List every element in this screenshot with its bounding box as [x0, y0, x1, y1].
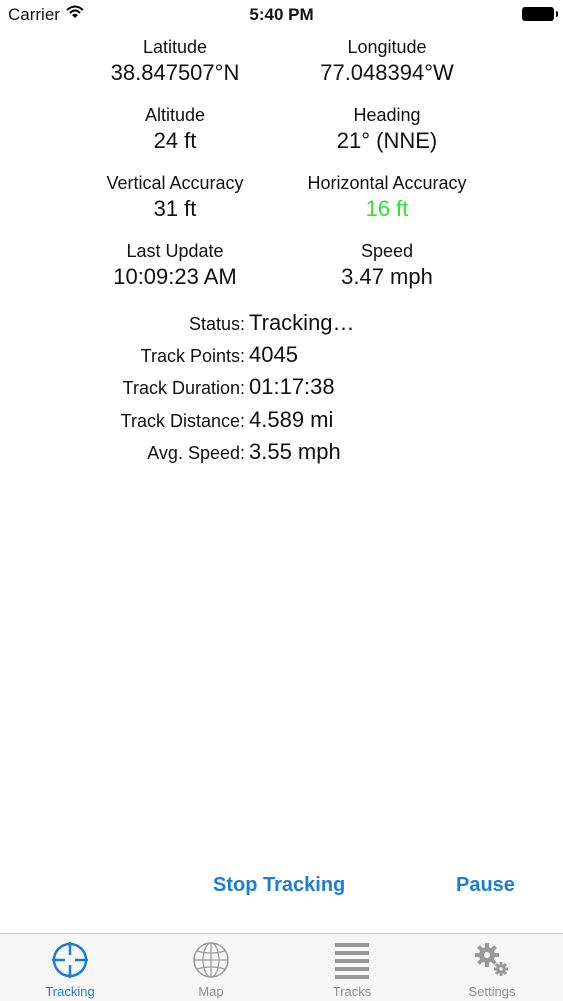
horizontal-accuracy-label: Horizontal Accuracy [307, 173, 467, 193]
heading-value: 21° (NNE) [336, 128, 438, 153]
globe-icon [193, 942, 229, 978]
tab-settings[interactable]: Settings [442, 934, 542, 1001]
altitude-metric: Altitude 24 ft [75, 104, 275, 155]
altitude-label: Altitude [144, 105, 206, 125]
battery-icon [522, 7, 558, 21]
latitude-metric: Latitude 38.847507°N [75, 36, 275, 87]
gears-icon [475, 943, 508, 976]
heading-metric: Heading 21° (NNE) [287, 104, 487, 155]
pause-button[interactable]: Pause [456, 874, 515, 897]
latitude-label: Latitude [142, 37, 208, 57]
status-bar: Carrier 5:40 PM [0, 0, 563, 30]
tab-map-label: Map [198, 984, 224, 999]
last-update-value: 10:09:23 AM [113, 264, 237, 289]
track-duration-row: Track Duration: 01:17:38 [0, 372, 563, 404]
tab-map[interactable]: Map [161, 934, 261, 1001]
status-label: Status: [188, 314, 245, 334]
avg-speed-row: Avg. Speed: 3.55 mph [0, 437, 563, 469]
tab-tracking-label: Tracking [45, 984, 95, 999]
status-row: Status: Tracking… [0, 308, 563, 340]
track-points-row: Track Points: 4045 [0, 340, 563, 372]
heading-label: Heading [353, 105, 421, 125]
altitude-value: 24 ft [153, 128, 197, 153]
longitude-value: 77.048394°W [320, 60, 454, 85]
avg-speed-value: 3.55 mph [249, 439, 341, 464]
vertical-accuracy-label: Vertical Accuracy [106, 173, 244, 193]
track-points-label: Track Points: [140, 346, 245, 366]
longitude-label: Longitude [347, 37, 427, 57]
horizontal-accuracy-metric: Horizontal Accuracy 16 ft [287, 172, 487, 223]
tab-tracking[interactable]: Tracking [20, 934, 120, 1001]
status-time: 5:40 PM [249, 5, 314, 24]
latitude-value: 38.847507°N [110, 60, 240, 85]
longitude-metric: Longitude 77.048394°W [287, 36, 487, 87]
avg-speed-label: Avg. Speed: [147, 443, 245, 463]
vertical-accuracy-metric: Vertical Accuracy 31 ft [75, 172, 275, 223]
tab-settings-label: Settings [468, 984, 516, 999]
crosshair-icon [52, 942, 88, 978]
horizontal-accuracy-value: 16 ft [365, 196, 409, 221]
status-value: Tracking… [249, 310, 355, 335]
speed-value: 3.47 mph [341, 264, 433, 289]
speed-label: Speed [360, 241, 414, 261]
tab-tracks-label: Tracks [332, 984, 372, 999]
speed-metric: Speed 3.47 mph [287, 240, 487, 291]
vertical-accuracy-value: 31 ft [153, 196, 197, 221]
stop-tracking-button[interactable]: Stop Tracking [213, 874, 345, 897]
track-points-value: 4045 [249, 342, 298, 367]
last-update-metric: Last Update 10:09:23 AM [75, 240, 275, 291]
track-distance-label: Track Distance: [120, 411, 245, 431]
list-icon [335, 943, 369, 979]
last-update-label: Last Update [126, 241, 224, 261]
track-duration-value: 01:17:38 [249, 374, 335, 399]
track-distance-value: 4.589 mi [249, 407, 334, 432]
tab-tracks[interactable]: Tracks [302, 934, 402, 1001]
tab-bar: Tracking Map Tracks Settings [0, 933, 563, 1001]
track-duration-label: Track Duration: [122, 378, 245, 398]
track-distance-row: Track Distance: 4.589 mi [0, 405, 563, 437]
